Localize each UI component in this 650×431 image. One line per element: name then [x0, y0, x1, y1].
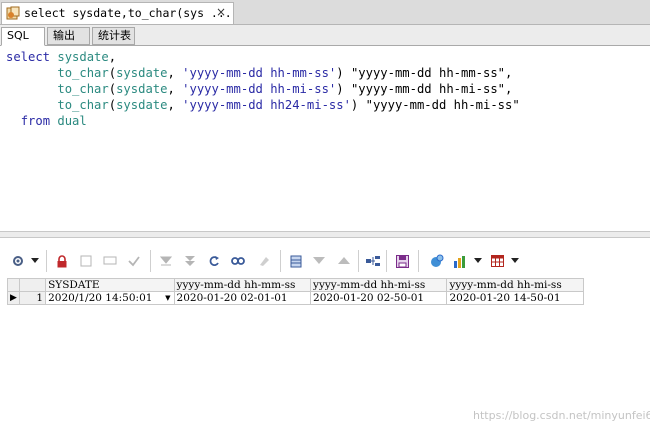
grid-toggle-icon[interactable] [288, 253, 304, 269]
cell-dropdown-icon[interactable]: ▼ [165, 293, 170, 304]
query-icon[interactable] [429, 253, 445, 269]
code-token: sysdate [116, 82, 168, 96]
code-line: from dual [6, 113, 87, 129]
code-token: 'yyyy-mm-dd hh-mi-ss' [182, 82, 337, 96]
code-token: sysdate [116, 66, 168, 80]
grid-corner [19, 278, 47, 292]
code-token: select [6, 50, 58, 64]
code-token: , [108, 50, 117, 64]
code-token: ) [336, 82, 351, 96]
code-token: to_char [57, 66, 109, 80]
refresh-icon[interactable] [206, 253, 222, 269]
tab-statistics[interactable]: 统计表 [92, 27, 135, 45]
code-token: ) [336, 66, 351, 80]
code-token: "yyyy-mm-dd hh-mi-ss" [350, 82, 506, 96]
code-token: dual [57, 114, 87, 128]
code-token: to_char [57, 98, 109, 112]
connect-icon[interactable] [365, 253, 381, 269]
column-header-hh24-mi-ss[interactable]: yyyy-mm-dd hh-mi-ss [446, 278, 584, 292]
pane-splitter[interactable] [0, 231, 650, 238]
code-token: ( [108, 66, 117, 80]
move-down-icon[interactable] [158, 253, 174, 269]
tab-sql[interactable]: SQL [1, 27, 45, 46]
code-token: ( [108, 82, 117, 96]
cell-hh24-mi-ss[interactable]: 2020-01-20 14-50-01 [446, 291, 584, 305]
column-header-sysdate[interactable]: SYSDATE [45, 278, 175, 292]
code-token: 'yyyy-mm-dd hh-mm-ss' [182, 66, 337, 80]
lock-icon[interactable] [54, 253, 70, 269]
code-token: ( [108, 98, 117, 112]
cell-hh-mm-ss[interactable]: 2020-01-20 02-01-01 [173, 291, 312, 305]
cell-sysdate[interactable]: 2020/1/20 14:50:01 ▼ [45, 291, 175, 305]
eraser-icon[interactable] [256, 253, 272, 269]
sort-down-icon[interactable] [311, 253, 327, 269]
code-token: "yyyy-mm-dd hh-mi-ss" [365, 98, 520, 112]
code-token: , [167, 66, 183, 80]
find-icon[interactable] [230, 253, 246, 269]
clear-icon[interactable] [78, 253, 94, 269]
editor-tab-bar: SQL 输出 统计表 [0, 25, 650, 46]
grid-corner [6, 278, 21, 292]
code-token: 'yyyy-mm-dd hh24-mi-ss' [182, 98, 351, 112]
results-toolbar [0, 245, 650, 277]
code-token: from [20, 114, 58, 128]
code-token: sysdate [116, 98, 168, 112]
row-number: 1 [19, 291, 47, 305]
check-icon[interactable] [126, 253, 142, 269]
code-token: to_char [57, 82, 109, 96]
document-tab-title: select sysdate,to_char(sys ... [24, 6, 232, 20]
chart-dropdown-icon[interactable] [470, 253, 486, 269]
move-bottom-icon[interactable] [182, 253, 198, 269]
code-line: to_char(sysdate, 'yyyy-mm-dd hh-mi-ss') … [6, 81, 512, 97]
current-row-marker: ▶ [6, 291, 21, 305]
table-icon[interactable] [489, 253, 505, 269]
code-token: "yyyy-mm-dd hh-mm-ss" [350, 66, 506, 80]
grid-header-row: SYSDATE yyyy-mm-dd hh-mm-ss yyyy-mm-dd h… [6, 278, 584, 292]
code-line: to_char(sysdate, 'yyyy-mm-dd hh-mm-ss') … [6, 65, 512, 81]
cell-value: 2020/1/20 14:50:01 [48, 292, 153, 304]
column-header-hh-mi-ss[interactable]: yyyy-mm-dd hh-mi-ss [310, 278, 448, 292]
watermark: https://blog.csdn.net/minyunfei6 [473, 409, 650, 422]
code-line: select sysdate, [6, 49, 116, 65]
code-token: , [167, 82, 183, 96]
sql-window-icon [6, 6, 20, 20]
chart-icon[interactable] [452, 253, 468, 269]
sort-up-icon[interactable] [336, 253, 352, 269]
document-tab[interactable]: select sysdate,to_char(sys ... × [1, 2, 234, 24]
table-row[interactable]: ▶ 1 2020/1/20 14:50:01 ▼ 2020-01-20 02-0… [6, 291, 584, 305]
code-token: , [505, 82, 513, 96]
comment-icon[interactable] [102, 253, 118, 269]
code-token: sysdate [57, 50, 109, 64]
tab-output[interactable]: 输出 [47, 27, 90, 45]
dropdown-arrow-icon[interactable] [27, 253, 43, 269]
column-header-hh-mm-ss[interactable]: yyyy-mm-dd hh-mm-ss [173, 278, 312, 292]
result-grid: SYSDATE yyyy-mm-dd hh-mm-ss yyyy-mm-dd h… [6, 278, 584, 305]
code-token: , [167, 98, 183, 112]
close-icon[interactable]: × [216, 5, 226, 19]
code-token: ) [350, 98, 366, 112]
sql-editor[interactable]: select sysdate, to_char(sysdate, 'yyyy-m… [0, 46, 650, 231]
code-token: , [505, 66, 513, 80]
gear-icon[interactable] [10, 253, 26, 269]
cell-hh-mi-ss[interactable]: 2020-01-20 02-50-01 [310, 291, 448, 305]
code-line: to_char(sysdate, 'yyyy-mm-dd hh24-mi-ss'… [6, 97, 520, 113]
save-icon[interactable] [394, 253, 410, 269]
document-tab-bar: select sysdate,to_char(sys ... × [0, 0, 650, 25]
table-dropdown-icon[interactable] [507, 253, 523, 269]
